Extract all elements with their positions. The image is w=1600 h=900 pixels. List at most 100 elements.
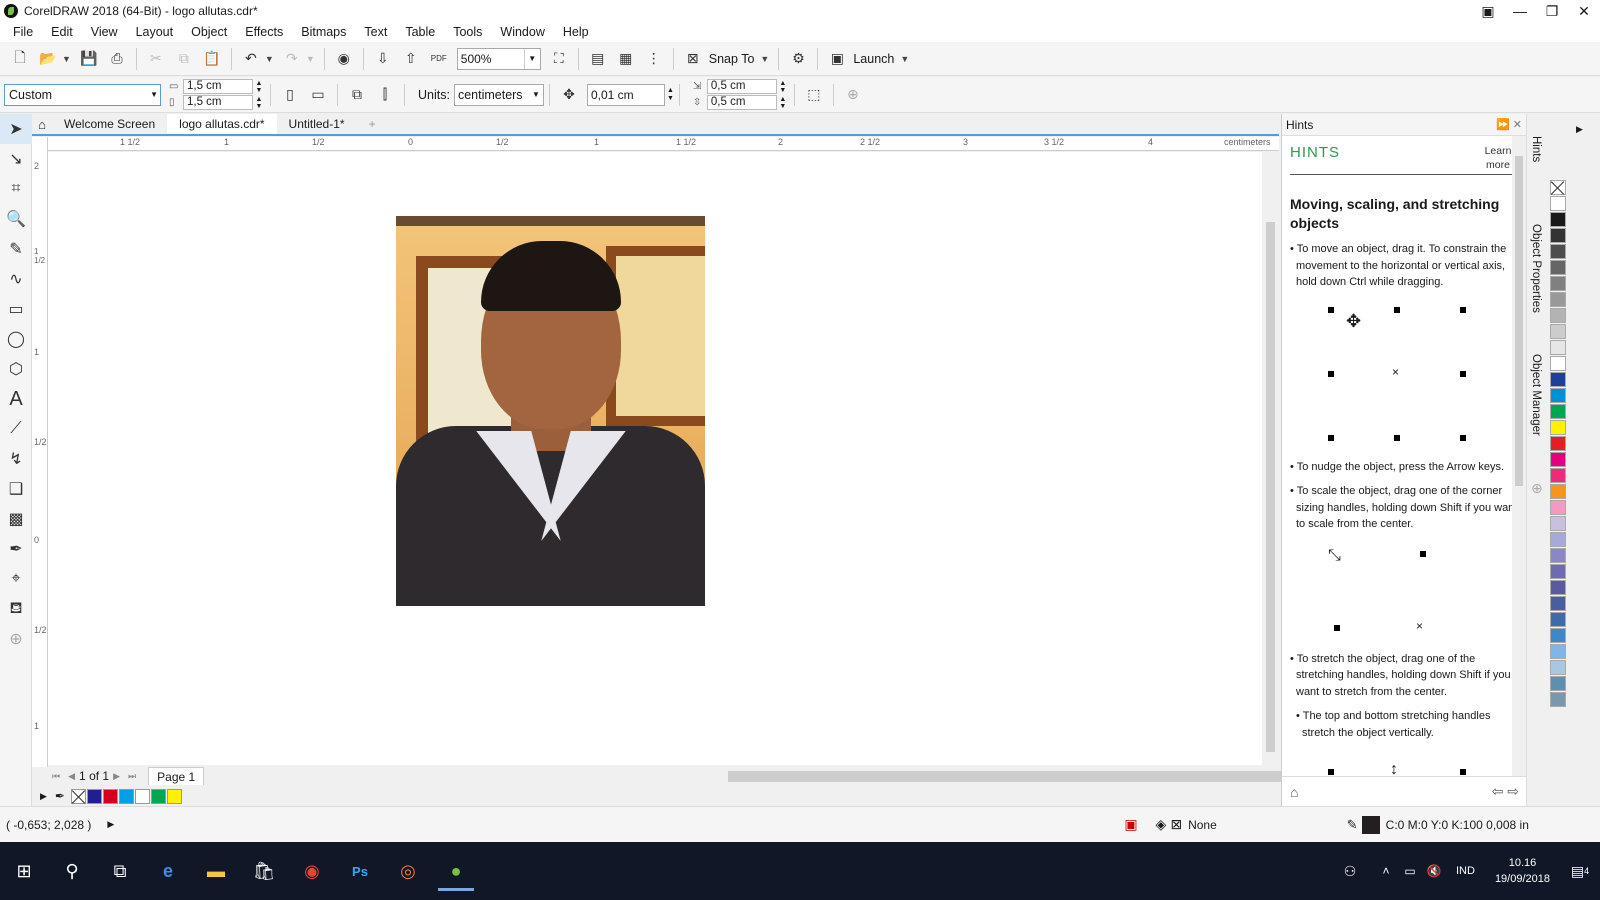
- menu-bitmaps[interactable]: Bitmaps: [292, 25, 355, 39]
- treat-as-filled-icon[interactable]: ⬚: [802, 83, 826, 107]
- color-swatch[interactable]: [166, 788, 182, 804]
- photoshop-icon[interactable]: Ps: [336, 851, 384, 891]
- store-icon[interactable]: 🛍: [240, 851, 288, 891]
- chevron-down-icon[interactable]: ▼: [265, 54, 274, 64]
- snap-off-icon[interactable]: ⊠: [681, 47, 705, 71]
- close-button[interactable]: ✕: [1568, 0, 1600, 22]
- import-icon[interactable]: ⇩: [371, 47, 395, 71]
- edge-browser-icon[interactable]: e: [144, 851, 192, 891]
- landscape-icon[interactable]: ▭: [306, 83, 330, 107]
- coreldraw-taskbar-icon[interactable]: ●: [432, 851, 480, 891]
- tab-welcome-screen[interactable]: Welcome Screen: [52, 114, 167, 134]
- chevron-down-icon[interactable]: ▼: [760, 54, 769, 64]
- duplicate-y-field[interactable]: 0,5 cm: [706, 95, 777, 110]
- color-swatch[interactable]: [1550, 340, 1566, 355]
- blender-icon[interactable]: ◎: [384, 851, 432, 891]
- color-swatch[interactable]: [1550, 260, 1566, 275]
- first-page-icon[interactable]: ⏮: [52, 771, 60, 782]
- transparency-icon[interactable]: ▩: [0, 504, 32, 534]
- page-height-field[interactable]: 1,5 cm: [183, 95, 253, 110]
- docker-tab-object-properties[interactable]: Object Properties: [1530, 224, 1542, 313]
- tray-chevron-icon[interactable]: ˄: [1374, 851, 1398, 891]
- menu-table[interactable]: Table: [396, 25, 444, 39]
- docker-tab-hints[interactable]: Hints: [1530, 136, 1542, 162]
- parallel-dimension-icon[interactable]: ⟋: [0, 414, 32, 444]
- docker-tab-object-manager[interactable]: Object Manager: [1530, 354, 1542, 436]
- eyedropper-icon[interactable]: ✒: [0, 534, 32, 564]
- color-swatch[interactable]: [118, 788, 134, 804]
- rectangle-tool-icon[interactable]: ▭: [0, 294, 32, 324]
- search-content-icon[interactable]: ◉: [332, 47, 356, 71]
- show-rulers-icon[interactable]: ▤: [586, 47, 610, 71]
- color-swatch[interactable]: [1550, 388, 1566, 403]
- page-tab[interactable]: Page 1: [148, 767, 205, 785]
- add-docker-icon[interactable]: ⊕: [1531, 480, 1543, 497]
- vertical-ruler[interactable]: 2 1 1/2 1 1/2 0 1/2 1: [32, 137, 48, 767]
- people-icon[interactable]: ⚇: [1326, 851, 1374, 891]
- no-color-swatch[interactable]: [70, 788, 86, 804]
- color-swatch[interactable]: [1550, 564, 1566, 579]
- nudge-spinner[interactable]: ▲ ▼: [667, 87, 674, 103]
- export-icon[interactable]: ⇧: [399, 47, 423, 71]
- gear-icon[interactable]: ⚙: [786, 47, 810, 71]
- undo-icon[interactable]: ↶: [239, 47, 263, 71]
- zoom-tool-icon[interactable]: 🔍: [0, 204, 32, 234]
- color-swatch[interactable]: [1550, 500, 1566, 515]
- color-swatch[interactable]: [1550, 484, 1566, 499]
- task-view-icon[interactable]: ⧉: [96, 851, 144, 891]
- color-swatch[interactable]: [1550, 228, 1566, 243]
- duplicate-x-field[interactable]: 0,5 cm: [706, 79, 777, 94]
- no-color-swatch[interactable]: [1550, 180, 1566, 195]
- cut-icon[interactable]: ✂: [144, 47, 168, 71]
- drop-shadow-icon[interactable]: ❑: [0, 474, 32, 504]
- publish-pdf-icon[interactable]: PDF: [427, 47, 451, 71]
- color-swatch[interactable]: [1550, 692, 1566, 707]
- status-menu-icon[interactable]: ▶: [107, 819, 114, 830]
- volume-muted-icon[interactable]: 🔇: [1422, 851, 1446, 891]
- menu-tools[interactable]: Tools: [444, 25, 491, 39]
- network-icon[interactable]: ▭: [1398, 851, 1422, 891]
- prev-page-icon[interactable]: ◀: [68, 771, 75, 782]
- horizontal-scrollbar[interactable]: [728, 771, 1288, 782]
- shape-tool-icon[interactable]: ↘: [0, 144, 32, 174]
- smart-fill-icon[interactable]: ⛾: [0, 594, 32, 624]
- show-grid-icon[interactable]: ▦: [614, 47, 638, 71]
- polygon-tool-icon[interactable]: ⬡: [0, 354, 32, 384]
- color-swatch[interactable]: [1550, 404, 1566, 419]
- open-folder-icon[interactable]: 📂: [36, 47, 60, 71]
- add-icon[interactable]: ⊕: [841, 83, 865, 107]
- input-language[interactable]: IND: [1456, 865, 1475, 877]
- system-clock[interactable]: 10.16 19/09/2018: [1495, 855, 1550, 887]
- application-launcher-icon[interactable]: ▣: [825, 47, 849, 71]
- new-document-icon[interactable]: 🗋: [8, 47, 32, 71]
- menu-file[interactable]: File: [4, 25, 42, 39]
- home-icon[interactable]: ⌂: [32, 117, 52, 132]
- redo-icon[interactable]: ↷: [280, 47, 304, 71]
- color-swatch[interactable]: [86, 788, 102, 804]
- add-tool-icon[interactable]: ⊕: [0, 624, 32, 654]
- menu-text[interactable]: Text: [355, 25, 396, 39]
- color-swatch[interactable]: [1550, 324, 1566, 339]
- color-swatch[interactable]: [1550, 452, 1566, 467]
- save-icon[interactable]: 💾: [77, 47, 101, 71]
- color-swatch[interactable]: [1550, 276, 1566, 291]
- connector-tool-icon[interactable]: ↯: [0, 444, 32, 474]
- snap-to-button[interactable]: Snap To: [709, 52, 755, 66]
- color-swatch[interactable]: [1550, 420, 1566, 435]
- file-explorer-icon[interactable]: ▬: [192, 851, 240, 891]
- color-swatch[interactable]: [1550, 292, 1566, 307]
- color-proof-icon[interactable]: ▣: [1124, 816, 1137, 833]
- zoom-level-combo[interactable]: 500% ▼: [456, 47, 541, 70]
- minimize-button[interactable]: —: [1504, 0, 1536, 22]
- color-swatch[interactable]: [1550, 676, 1566, 691]
- vertical-scrollbar[interactable]: [1262, 152, 1279, 765]
- ellipse-tool-icon[interactable]: ◯: [0, 324, 32, 354]
- search-icon[interactable]: ⚲: [48, 851, 96, 891]
- horizontal-ruler[interactable]: 1 1/2 1 1/2 0 1/2 1 1 1/2 2 2 1/2 3 3 1/…: [48, 137, 1279, 151]
- tab-logo-allutas[interactable]: logo allutas.cdr*: [167, 114, 277, 134]
- menu-edit[interactable]: Edit: [42, 25, 82, 39]
- crop-tool-icon[interactable]: ⌗: [0, 174, 32, 204]
- print-icon[interactable]: ⎙: [105, 47, 129, 71]
- freehand-tool-icon[interactable]: ✎: [0, 234, 32, 264]
- menu-view[interactable]: View: [82, 25, 127, 39]
